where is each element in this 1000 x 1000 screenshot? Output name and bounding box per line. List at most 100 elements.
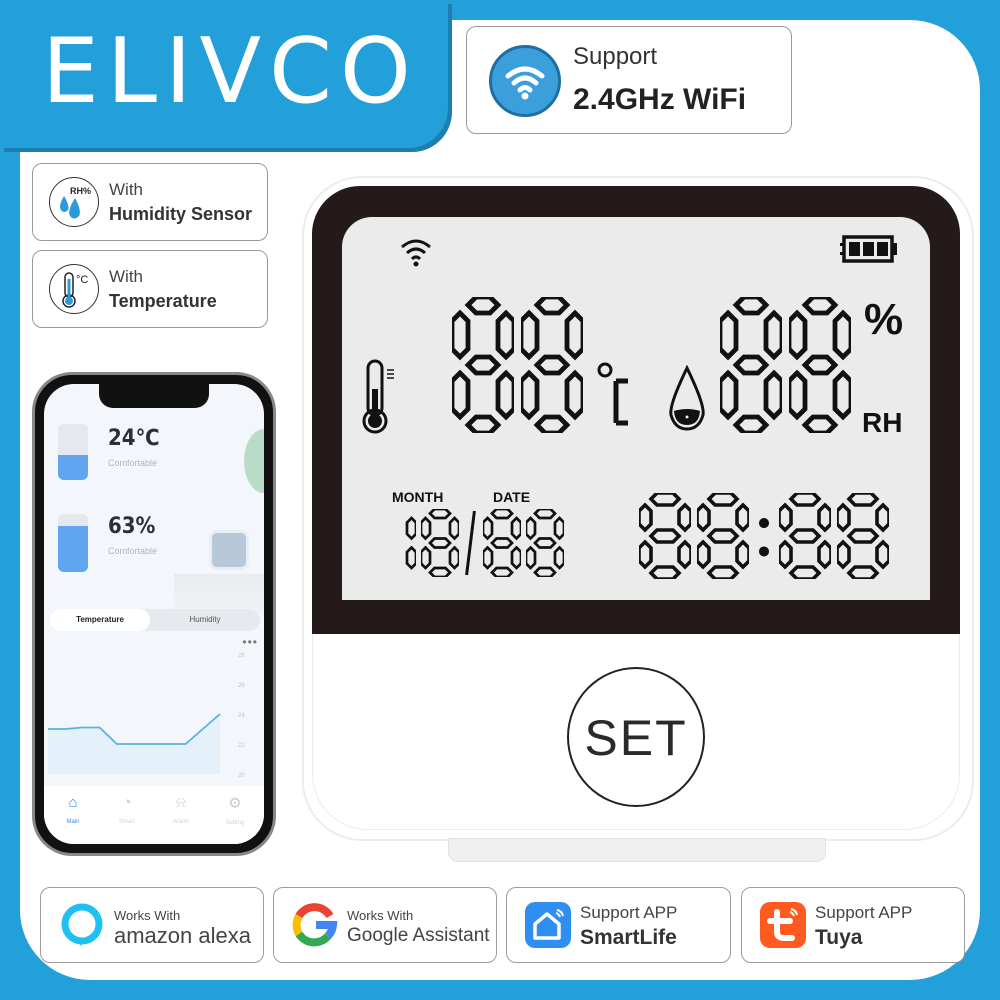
- home-icon: ⌂: [68, 794, 78, 811]
- nav-setting[interactable]: ⚙ Setting: [210, 794, 260, 826]
- lcd-digit: [639, 493, 691, 579]
- device-stand: [448, 838, 826, 862]
- chart-y-tick-label: 28: [238, 653, 245, 659]
- lcd-digit: [789, 297, 851, 433]
- nav-label: Alarm: [173, 819, 189, 825]
- lcd-time-digits: [639, 493, 895, 579]
- rh-percent-label: RH%: [70, 186, 91, 196]
- bell-icon: ⍾: [176, 794, 186, 811]
- badge-smartlife-line1: Support APP: [580, 903, 678, 922]
- lcd-digit: [779, 493, 831, 579]
- logo-banner: ELIVCO: [0, 0, 448, 148]
- battery-bar: [877, 242, 888, 256]
- badge-smartlife-line2: SmartLife: [580, 926, 677, 949]
- humidity-gauge-fill: [58, 525, 88, 572]
- battery-bar: [849, 242, 860, 256]
- feature-humidity-line1: With: [109, 180, 143, 199]
- feature-humidity-line2: Humidity Sensor: [109, 204, 253, 224]
- smartphone-mockup: 24℃ Comfortable 63% Comfortable Temperat…: [32, 372, 276, 856]
- lcd-digit: [697, 493, 749, 579]
- badge-smartlife: Support APP SmartLife: [506, 887, 731, 963]
- chart-tab-bar: Temperature Humidity: [50, 609, 260, 631]
- lcd-percent-unit: %: [864, 295, 904, 344]
- badge-tuya-line1: Support APP: [815, 903, 913, 922]
- badge-tuya-line2: Tuya: [815, 926, 863, 949]
- feature-temperature-line2: Temperature: [109, 291, 217, 311]
- lcd-slash: [465, 510, 476, 576]
- wifi-support-badge: Support 2.4GHz WiFi: [466, 26, 792, 134]
- lcd-rh-unit: RH: [862, 407, 903, 438]
- google-icon: [292, 903, 338, 947]
- chart-y-tick-label: 24: [238, 713, 245, 719]
- lcd-digit: [720, 297, 782, 433]
- battery-bar: [863, 242, 874, 256]
- lcd-digit: [452, 297, 514, 433]
- clock-icon: ◔: [122, 794, 132, 811]
- shelf-decoration: [174, 574, 264, 614]
- plant-decoration: [244, 429, 264, 493]
- badge-google-line2: Google Assistant: [347, 925, 490, 946]
- lcd-wifi-icon: [401, 239, 431, 267]
- tab-temperature[interactable]: Temperature: [50, 609, 150, 631]
- lcd-water-drop-icon: [669, 365, 705, 431]
- tab-humidity[interactable]: Humidity: [155, 609, 255, 631]
- thermometer-icon: °C: [49, 264, 99, 314]
- badge-alexa-line2: amazon alexa: [114, 923, 251, 948]
- nav-main[interactable]: ⌂ Main: [48, 794, 98, 825]
- lcd-temperature-digits: [452, 297, 590, 433]
- wifi-icon: [489, 45, 561, 117]
- badge-google-line1: Works With: [347, 908, 414, 923]
- temperature-history-chart: 28 26 24 22 20: [48, 653, 245, 779]
- set-button[interactable]: SET: [567, 667, 705, 807]
- chart-y-tick-label: 22: [238, 743, 245, 749]
- celsius-symbol-icon: [597, 362, 628, 426]
- lcd-month-label: MONTH: [392, 489, 444, 505]
- nav-label: Smart: [118, 819, 135, 825]
- smartlife-icon: [525, 902, 571, 948]
- temperature-gauge: [58, 424, 88, 480]
- lcd-digit: [405, 516, 416, 570]
- badge-alexa-line1: Works With: [114, 908, 181, 923]
- tuya-icon: [760, 902, 806, 948]
- lcd-date-label: DATE: [493, 489, 531, 505]
- badge-google-assistant: Works With Google Assistant: [273, 887, 497, 963]
- nav-alarm[interactable]: ⍾ Alarm: [156, 794, 206, 825]
- lcd-digit: [521, 297, 583, 433]
- humidity-gauge: [58, 514, 88, 572]
- feature-temperature: °C With Temperature: [32, 250, 268, 328]
- nav-smart[interactable]: ◔ Smart: [102, 794, 152, 825]
- lcd-colon: [758, 518, 770, 557]
- feature-humidity-sensor: RH% With Humidity Sensor: [32, 163, 268, 241]
- wifi-badge-line2: 2.4GHz WiFi: [573, 83, 747, 116]
- sensor-device-thumbnail: [209, 530, 249, 570]
- phone-bottom-nav: ⌂ Main ◔ Smart ⍾ Alarm ⚙ Setting: [44, 786, 264, 844]
- bottom-band: [0, 982, 1000, 1000]
- alexa-icon: [61, 903, 103, 946]
- temperature-gauge-fill: [58, 454, 88, 480]
- wifi-badge-line1: Support: [573, 43, 658, 70]
- humidity-reading: 63%: [108, 514, 156, 539]
- brand-logo: ELIVCO: [42, 19, 419, 124]
- badge-tuya: Support APP Tuya: [741, 887, 965, 963]
- lcd-thermometer-icon: [362, 359, 394, 434]
- lcd-digit: [483, 509, 521, 577]
- battery-icon: [840, 235, 897, 263]
- badge-amazon-alexa: Works With amazon alexa: [40, 887, 264, 963]
- phone-screen: 24℃ Comfortable 63% Comfortable Temperat…: [44, 384, 264, 844]
- chart-y-tick-label: 20: [238, 773, 245, 779]
- lcd-display: % RH MONTH DATE: [342, 217, 930, 600]
- nav-label: Main: [66, 819, 80, 825]
- lcd-digit: [526, 509, 564, 577]
- lcd-digit: [421, 509, 459, 577]
- temperature-status: Comfortable: [108, 458, 158, 468]
- humidity-drops-icon: RH%: [49, 177, 99, 227]
- gear-icon: ⚙: [228, 795, 242, 812]
- lcd-digit: [837, 493, 889, 579]
- feature-temperature-line1: With: [109, 267, 143, 286]
- lcd-humidity-digits: [720, 297, 858, 433]
- chart-y-tick-label: 26: [238, 683, 245, 689]
- phone-notch: [99, 384, 209, 408]
- lcd-celsius-unit: [596, 361, 632, 437]
- temperature-reading: 24℃: [108, 426, 160, 451]
- humidity-status: Comfortable: [108, 546, 158, 556]
